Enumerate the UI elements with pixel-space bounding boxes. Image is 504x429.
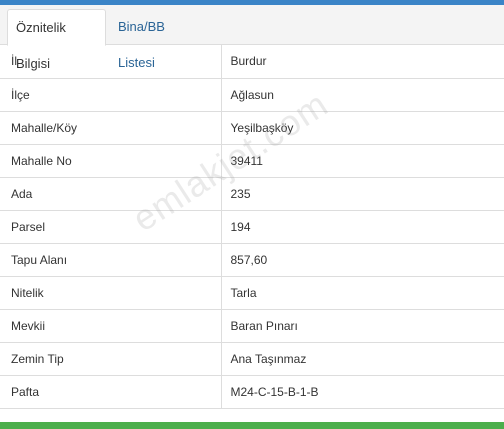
row-label: Pafta — [0, 374, 222, 409]
row-label: Parsel — [0, 209, 222, 244]
row-value: 235 — [220, 176, 504, 211]
row-value: Tarla — [220, 275, 504, 310]
table-row: Mevkii Baran Pınarı — [0, 308, 504, 343]
row-label: Tapu Alanı — [0, 242, 222, 277]
row-value: Yeşilbaşköy — [220, 110, 504, 145]
table-row: Mahalle No 39411 — [0, 143, 504, 178]
row-value: 39411 — [220, 143, 504, 178]
row-label: Ada — [0, 176, 222, 211]
table-row: Mahalle/Köy Yeşilbaşköy — [0, 110, 504, 145]
row-value: 194 — [220, 209, 504, 244]
tab-bina-bb-listesi[interactable]: Bina/BB Listesi — [110, 9, 210, 70]
row-label: Nitelik — [0, 275, 222, 310]
table-row: Tapu Alanı 857,60 — [0, 242, 504, 277]
row-value: Ağlasun — [220, 77, 504, 112]
row-label: İlçe — [0, 77, 222, 112]
row-label: Mahalle/Köy — [0, 110, 222, 145]
row-value: Burdur — [220, 45, 504, 79]
tab-bar: Öznitelik Bilgisi Bina/BB Listesi — [0, 5, 504, 71]
table-row: İl Burdur — [0, 45, 504, 79]
table-row: Zemin Tip Ana Taşınmaz — [0, 341, 504, 376]
row-value: Ana Taşınmaz — [220, 341, 504, 376]
attribute-table: İl Burdur İlçe Ağlasun Mahalle/Köy Yeşil… — [0, 45, 504, 409]
row-label: Mevkii — [0, 308, 222, 343]
row-value: 857,60 — [220, 242, 504, 277]
row-value: M24-C-15-B-1-B — [220, 374, 504, 409]
row-label: Zemin Tip — [0, 341, 222, 376]
row-label: İl — [0, 45, 222, 79]
info-panel: Öznitelik Bilgisi Bina/BB Listesi İl Bur… — [0, 0, 504, 429]
row-value: Baran Pınarı — [220, 308, 504, 343]
table-row: Pafta M24-C-15-B-1-B — [0, 374, 504, 409]
row-label: Mahalle No — [0, 143, 222, 178]
table-row: Ada 235 — [0, 176, 504, 211]
table-row: İlçe Ağlasun — [0, 77, 504, 112]
table-row: Parsel 194 — [0, 209, 504, 244]
bottom-accent-bar — [0, 422, 504, 429]
table-row: Nitelik Tarla — [0, 275, 504, 310]
tab-oznitelik-bilgisi[interactable]: Öznitelik Bilgisi — [7, 9, 106, 71]
